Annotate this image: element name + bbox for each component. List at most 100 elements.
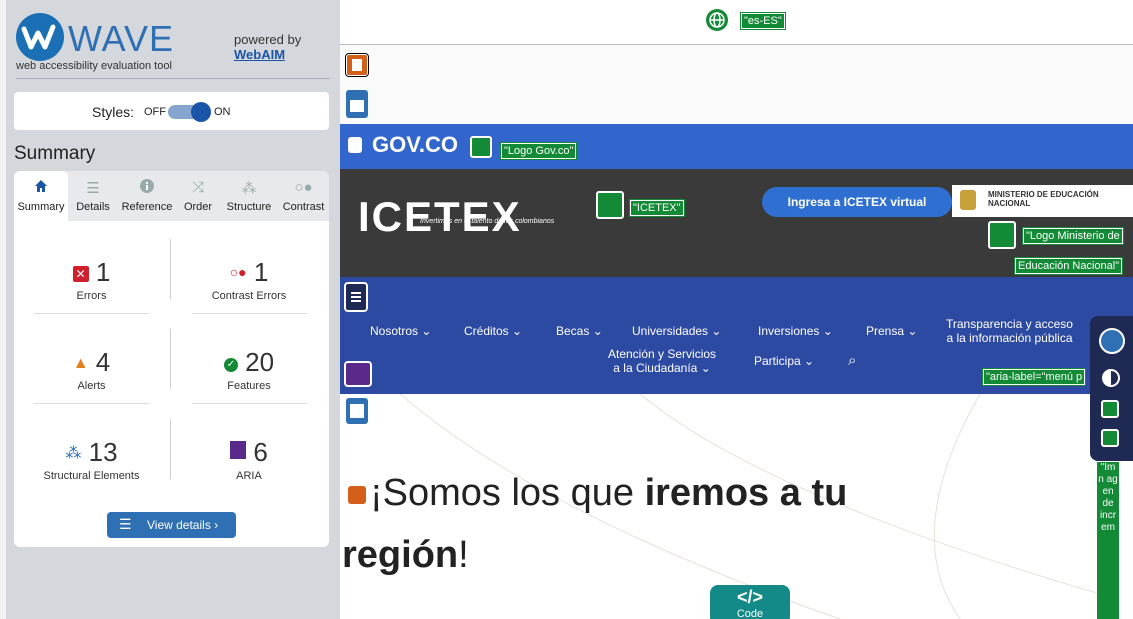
chevron-down-icon: ⌄ — [804, 354, 815, 368]
gov-logo-text[interactable]: GOV.CO — [372, 132, 458, 158]
wave-logo-icon — [16, 13, 64, 61]
nav-nosotros[interactable]: Nosotros ⌄ — [370, 324, 431, 338]
gov-alt-tag: "Logo Gov.co" — [499, 142, 578, 160]
main-region-icon[interactable] — [346, 398, 368, 424]
tab-reference[interactable]: Reference — [118, 171, 176, 221]
stat-aria[interactable]: 6 ARIA — [184, 437, 314, 482]
code-toggle-button[interactable]: </> Code — [710, 585, 790, 619]
contrast-icon: ○● — [294, 179, 313, 196]
nav-inversiones[interactable]: Inversiones ⌄ — [758, 324, 833, 338]
stat-label: Alerts — [77, 380, 106, 392]
icetex-subtitle: Invertimos en el talento de los colombia… — [420, 218, 555, 225]
navigation-icon[interactable] — [344, 282, 368, 312]
tab-contrast[interactable]: ○● Contrast — [278, 171, 329, 221]
nav-label: Atención y Servicios — [608, 347, 717, 361]
link-image-icon[interactable] — [988, 221, 1016, 249]
view-details-label: View details › — [147, 518, 219, 532]
image-feature-icon[interactable] — [1101, 400, 1119, 418]
nav-participa[interactable]: Participa ⌄ — [754, 354, 814, 368]
toggle-knob[interactable] — [191, 102, 211, 122]
code-label: Code — [736, 608, 764, 619]
header-region-icon[interactable] — [346, 90, 368, 118]
nav-label: Participa — [754, 354, 801, 368]
divider — [34, 403, 149, 404]
divider — [170, 239, 171, 299]
structure-icon: ⁂ — [65, 445, 82, 462]
info-icon — [118, 179, 176, 197]
stat-structural[interactable]: ⁂ 13 Structural Elements — [24, 437, 159, 482]
search-icon[interactable]: ⌕ — [848, 352, 856, 369]
hero-text: ! — [458, 534, 469, 576]
tab-summary[interactable]: Summary — [14, 171, 68, 221]
hero-bold-text: iremos a tu — [644, 472, 848, 514]
structure-icon: ⁂ — [241, 180, 257, 197]
tab-structure[interactable]: ⁂ Structure — [220, 171, 278, 221]
wave-window: WAVE web accessibility evaluation tool p… — [0, 0, 1133, 619]
nav-becas[interactable]: Becas ⌄ — [556, 324, 603, 338]
divider — [170, 419, 171, 479]
stat-alerts[interactable]: ▲ 4 Alerts — [34, 347, 149, 392]
powered-by-label: powered by — [234, 32, 302, 47]
stat-errors[interactable]: ✕ 1 Errors — [34, 257, 149, 302]
stat-label: Contrast Errors — [211, 290, 287, 302]
nav-creditos[interactable]: Créditos ⌄ — [464, 324, 522, 338]
ministerio-logo[interactable]: MINISTERIO DE EDUCACIÓN NACIONAL — [952, 185, 1133, 217]
hero-bold-text: región — [342, 534, 459, 576]
icetex-alt-tag: "ICETEX" — [629, 199, 685, 217]
contrast-icon[interactable] — [1102, 369, 1120, 387]
chevron-down-icon: ⌄ — [700, 361, 711, 375]
tab-order[interactable]: ⤨ Order — [176, 171, 220, 221]
chevron-down-icon: ⌄ — [822, 324, 833, 338]
divider — [34, 313, 149, 314]
styles-toggle[interactable] — [168, 102, 211, 122]
error-icon: ✕ — [72, 266, 89, 282]
stat-features[interactable]: ✓ 20 Features — [184, 347, 314, 392]
icetex-logo[interactable]: ICETEX — [358, 193, 522, 241]
gov-bar: GOV.CO "Logo Gov.co" — [340, 124, 1133, 169]
tab-details[interactable]: ☰ Details — [68, 171, 118, 221]
chevron-down-icon: ⌄ — [907, 324, 918, 338]
tab-label: Reference — [121, 201, 173, 213]
nav-atencion[interactable]: Atención y Servicios a la Ciudadanía ⌄ — [608, 347, 716, 375]
stat-label: Structural Elements — [43, 470, 140, 482]
tab-label: Order — [183, 201, 213, 213]
link-image-icon[interactable] — [470, 136, 492, 158]
summary-heading: Summary — [14, 143, 96, 164]
list-icon: ☰ — [119, 516, 132, 532]
nav-label: a la información pública — [946, 331, 1073, 345]
stat-label: Features — [227, 380, 271, 392]
shield-icon — [960, 190, 976, 210]
ingresa-button[interactable]: Ingresa a ICETEX virtual — [762, 187, 952, 217]
home-icon — [14, 179, 68, 197]
gov-logo-icon — [348, 137, 362, 153]
language-icon[interactable] — [706, 9, 728, 31]
link-image-icon[interactable] — [596, 191, 624, 219]
nav-label: Becas — [556, 324, 590, 338]
webaim-link[interactable]: WebAIM — [234, 47, 285, 62]
stat-contrast-errors[interactable]: ○● 1 Contrast Errors — [184, 257, 314, 302]
nav-label: Nosotros — [370, 324, 419, 338]
stat-count: 20 — [245, 347, 275, 377]
divider — [192, 313, 307, 314]
nav-transparencia[interactable]: Transparencia y acceso a la información p… — [946, 317, 1073, 345]
main-nav: Nosotros ⌄ Créditos ⌄ Becas ⌄ Universida… — [340, 277, 1133, 394]
nav-prensa[interactable]: Prensa ⌄ — [866, 324, 917, 338]
alert-icon: ▲ — [72, 355, 89, 372]
view-details-button[interactable]: ☰ View details › — [107, 512, 236, 538]
list-view-icon[interactable] — [1099, 328, 1125, 354]
nav-label: Inversiones — [758, 324, 820, 338]
nav-universidades[interactable]: Universidades ⌄ — [632, 324, 721, 338]
nav-label: a la Ciudadanía — [613, 361, 698, 375]
site-header: ICETEX Invertimos en el talento de los c… — [340, 169, 1133, 277]
aria-label-icon[interactable] — [344, 361, 372, 387]
chevron-down-icon: ⌄ — [421, 324, 432, 338]
ministerio-alt-tag-2: Educación Nacional" — [1013, 257, 1124, 275]
heading-alert-icon[interactable] — [348, 486, 366, 504]
styles-label: Styles: — [92, 104, 135, 120]
hero-heading: ¡Somos los que iremos a tu — [370, 472, 847, 515]
alert-image-icon[interactable] — [345, 53, 369, 77]
stat-count: 4 — [95, 347, 111, 377]
image-feature-icon[interactable] — [1101, 429, 1119, 447]
nav-label: Prensa — [866, 324, 905, 338]
stat-count: 13 — [88, 437, 118, 467]
